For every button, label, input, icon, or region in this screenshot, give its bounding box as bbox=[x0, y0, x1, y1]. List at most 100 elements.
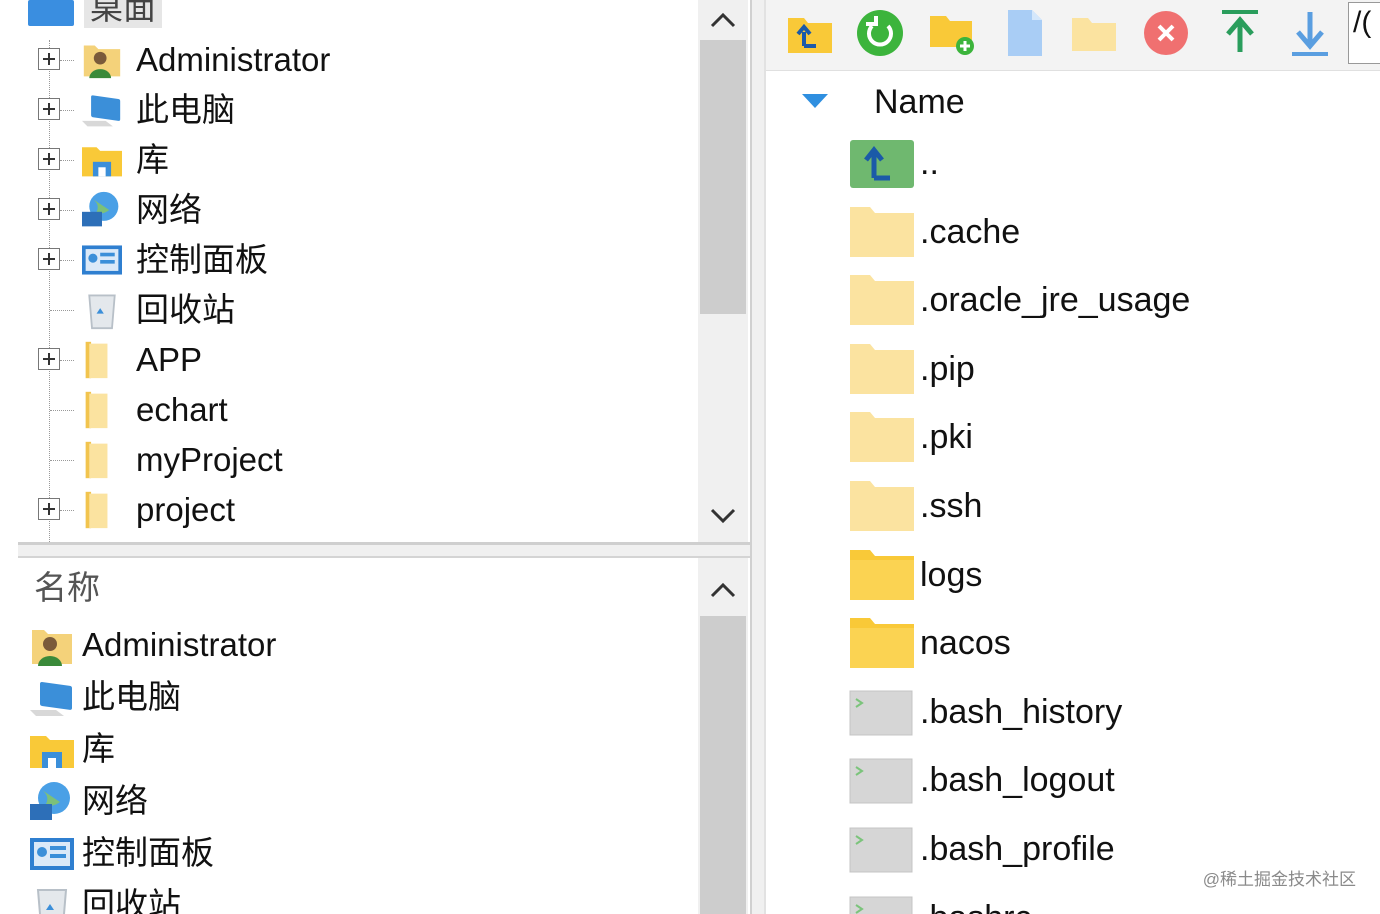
tree-item-label: 此电脑 bbox=[136, 91, 235, 128]
tree-item[interactable]: APP bbox=[0, 336, 690, 384]
list-item[interactable]: 回收站 bbox=[28, 880, 688, 914]
network-icon bbox=[82, 191, 119, 227]
recycle-bin-icon bbox=[88, 294, 116, 330]
chevron-down-icon bbox=[710, 508, 736, 524]
scroll-down-button[interactable] bbox=[698, 496, 748, 536]
folder-icon bbox=[848, 203, 916, 259]
network-icon bbox=[28, 780, 76, 824]
user-folder-icon bbox=[83, 45, 121, 79]
tree-item[interactable]: 回收站 bbox=[0, 286, 690, 334]
new-folder-button[interactable] bbox=[926, 6, 978, 58]
recycle-bin-icon bbox=[36, 889, 68, 914]
file-row[interactable]: .cache bbox=[848, 199, 1368, 261]
file-name: .ssh bbox=[920, 487, 983, 525]
vertical-splitter[interactable] bbox=[750, 0, 766, 914]
tree-item-label: 回收站 bbox=[136, 291, 235, 328]
folder-icon bbox=[850, 618, 914, 669]
folder-icon bbox=[80, 440, 124, 480]
library-icon bbox=[80, 140, 124, 180]
tree-scrollbar[interactable] bbox=[698, 0, 748, 542]
expand-icon[interactable] bbox=[38, 348, 60, 370]
list-item-label: 回收站 bbox=[82, 886, 181, 914]
tree-item[interactable]: myProject bbox=[0, 436, 690, 484]
recycle-bin-icon bbox=[80, 290, 124, 330]
refresh-button[interactable] bbox=[854, 6, 906, 58]
tree-item[interactable]: 库 bbox=[0, 136, 690, 184]
expand-icon[interactable] bbox=[38, 198, 60, 220]
desktop-icon bbox=[28, 0, 74, 26]
horizontal-splitter[interactable] bbox=[18, 542, 750, 558]
tree-connector bbox=[60, 260, 74, 261]
folder-icon bbox=[848, 546, 916, 602]
library-icon bbox=[30, 736, 74, 768]
control-panel-icon bbox=[82, 245, 122, 275]
file-row[interactable]: .ssh bbox=[848, 473, 1368, 535]
tree-item[interactable]: 网络 bbox=[0, 186, 690, 234]
sort-descending-icon[interactable] bbox=[800, 92, 830, 110]
list-scroll-up-button[interactable] bbox=[698, 570, 748, 610]
file-row[interactable]: .pki bbox=[848, 404, 1368, 466]
parent-directory-button[interactable] bbox=[784, 6, 836, 58]
folder-icon bbox=[850, 549, 914, 600]
tree-item-label: 控制面板 bbox=[136, 241, 268, 278]
list-item[interactable]: 库 bbox=[28, 724, 688, 774]
file-name: .pki bbox=[920, 418, 973, 457]
tree-item[interactable]: 此电脑 bbox=[0, 86, 690, 134]
list-scrollbar[interactable] bbox=[698, 558, 748, 914]
user-folder-icon bbox=[80, 40, 124, 80]
file-row[interactable]: .oracle_jre_usage bbox=[848, 267, 1368, 329]
file-row[interactable]: .. bbox=[848, 130, 1368, 192]
folder-button[interactable] bbox=[1068, 6, 1120, 58]
tree-item[interactable]: project bbox=[0, 486, 690, 534]
tree-connector bbox=[60, 160, 74, 161]
new-folder-icon bbox=[930, 16, 974, 55]
list-item-label: 库 bbox=[82, 730, 115, 767]
library-icon bbox=[28, 728, 76, 772]
file-row[interactable]: .bash_logout bbox=[848, 747, 1368, 809]
tree-root-label[interactable]: 桌面 bbox=[84, 0, 162, 28]
expand-icon[interactable] bbox=[38, 148, 60, 170]
file-name: .bash_history bbox=[920, 692, 1123, 731]
delete-button[interactable] bbox=[1140, 6, 1192, 58]
list-item[interactable]: Administrator bbox=[28, 620, 688, 670]
name-column-header[interactable]: Name bbox=[874, 82, 965, 122]
download-button[interactable] bbox=[1284, 6, 1336, 58]
tree-item[interactable]: echart bbox=[0, 386, 690, 434]
folder-icon bbox=[80, 390, 124, 430]
file-row[interactable]: .pip bbox=[848, 336, 1368, 398]
folder-icon bbox=[848, 408, 916, 464]
new-file-button[interactable] bbox=[998, 6, 1050, 58]
list-column-header[interactable]: 名称 bbox=[34, 568, 100, 608]
folder-icon bbox=[85, 341, 108, 379]
remote-path-field[interactable]: /( bbox=[1348, 2, 1380, 64]
scroll-thumb[interactable] bbox=[700, 40, 746, 314]
tree-item-label: echart bbox=[136, 391, 228, 428]
file-name: .oracle_jre_usage bbox=[920, 281, 1191, 320]
folder-icon bbox=[850, 206, 914, 257]
terminal-file-icon bbox=[849, 758, 913, 804]
file-row[interactable]: logs bbox=[848, 542, 1368, 604]
tree-item[interactable]: Administrator bbox=[0, 36, 690, 84]
expand-icon[interactable] bbox=[38, 498, 60, 520]
file-name: .pip bbox=[920, 349, 975, 388]
expand-icon[interactable] bbox=[38, 48, 60, 70]
local-tree-pane: 桌面 Administrator 此电脑库网络控制面板回收站 APP echart my… bbox=[0, 0, 750, 546]
folder-icon bbox=[850, 343, 914, 394]
expand-icon[interactable] bbox=[38, 248, 60, 270]
file-row[interactable]: .bash_history bbox=[848, 679, 1368, 741]
upload-button[interactable] bbox=[1214, 6, 1266, 58]
list-item[interactable]: 控制面板 bbox=[28, 828, 688, 878]
file-name: .cache bbox=[920, 212, 1021, 251]
folder-icon bbox=[850, 412, 914, 463]
scroll-up-button[interactable] bbox=[698, 0, 748, 40]
folder-icon bbox=[1072, 18, 1116, 51]
list-scroll-thumb[interactable] bbox=[700, 616, 746, 914]
list-item[interactable]: 网络 bbox=[28, 776, 688, 826]
tree-item[interactable]: 控制面板 bbox=[0, 236, 690, 284]
expand-icon[interactable] bbox=[38, 98, 60, 120]
tree-item-label: 网络 bbox=[136, 191, 202, 228]
file-row[interactable]: nacos bbox=[848, 610, 1368, 672]
list-item[interactable]: 此电脑 bbox=[28, 672, 688, 722]
folder-icon bbox=[848, 340, 916, 396]
library-icon bbox=[82, 147, 122, 177]
